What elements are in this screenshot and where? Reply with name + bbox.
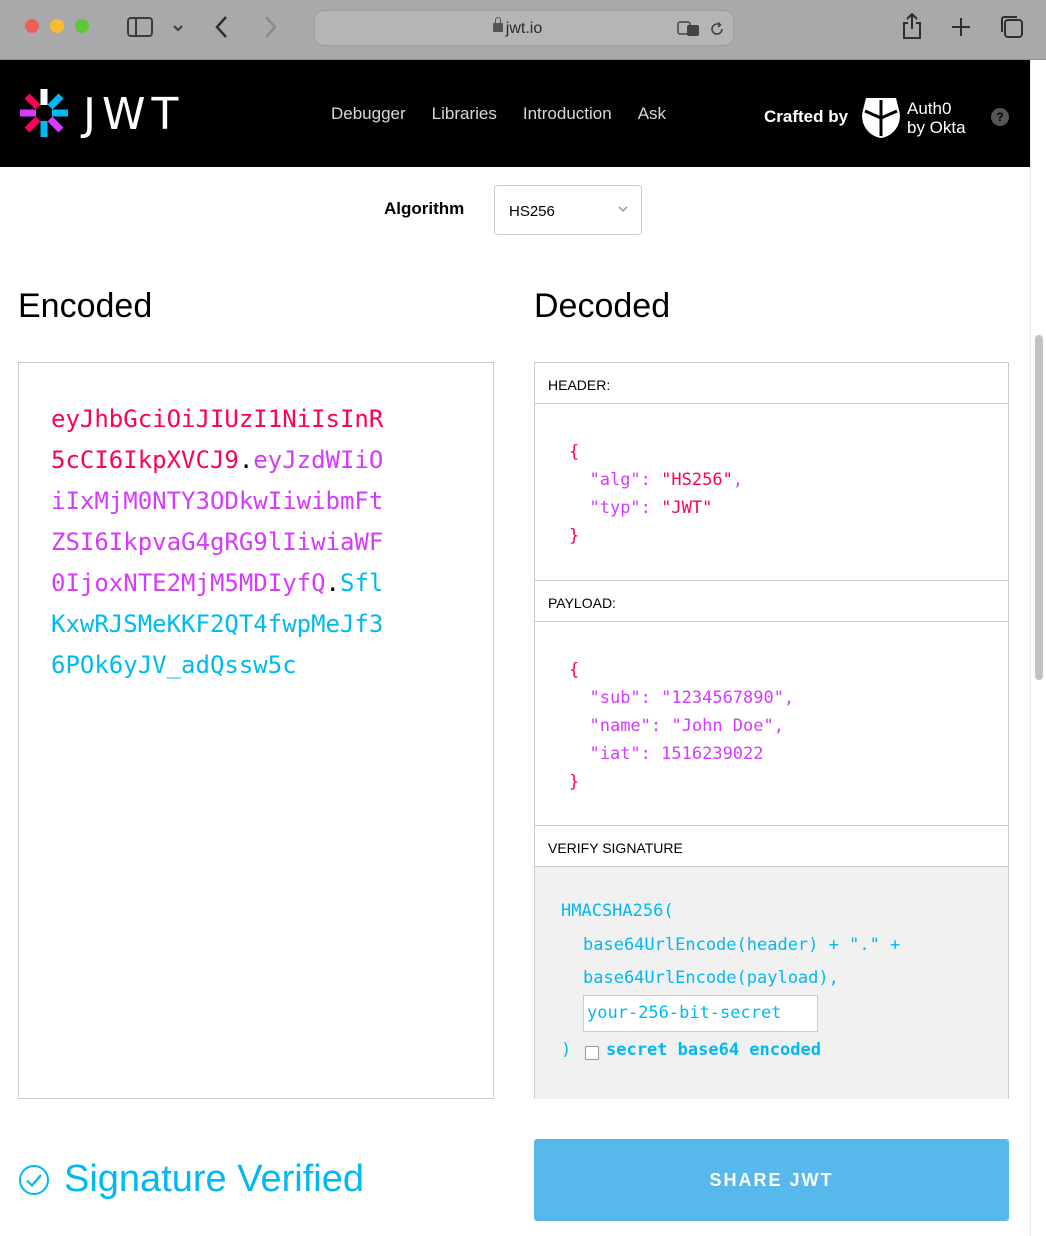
auth0-link[interactable]: Auth0 by Okta [907, 99, 966, 137]
secret-base64-checkbox[interactable] [585, 1046, 599, 1060]
verify-function-line: HMACSHA256( [561, 901, 674, 921]
forward-icon[interactable] [262, 14, 278, 40]
nav-link-debugger[interactable]: Debugger [331, 104, 406, 124]
nav-link-libraries[interactable]: Libraries [432, 104, 497, 124]
jwt-logo-icon[interactable] [18, 87, 70, 139]
verify-signature-body: HMACSHA256( base64UrlEncode(header) + ".… [535, 867, 1008, 1099]
translate-icon[interactable] [677, 21, 701, 37]
signature-status: Signature Verified [18, 1158, 364, 1201]
auth0-shield-icon[interactable] [862, 96, 900, 140]
json-open-brace: { [569, 660, 580, 680]
address-bar[interactable]: jwt.io [314, 10, 734, 46]
payload-json-editor[interactable]: { "sub": "1234567890", "name": "John Doe… [569, 656, 794, 796]
json-line-name: "name": "John Doe", [589, 716, 784, 736]
algorithm-select[interactable]: HS256 [494, 185, 642, 235]
verify-payload-line: base64UrlEncode(payload), [583, 968, 839, 988]
auth0-line2: by Okta [907, 118, 966, 137]
share-icon[interactable] [901, 11, 923, 41]
help-icon[interactable]: ? [991, 108, 1009, 126]
auth0-line1: Auth0 [907, 99, 952, 118]
secret-base64-label[interactable]: secret base64 encoded [606, 1040, 821, 1060]
decoded-heading: Decoded [534, 287, 671, 325]
back-icon[interactable] [214, 14, 230, 40]
header-section-title: HEADER: [535, 363, 1008, 404]
jwt-logo-text[interactable]: JWT [83, 89, 184, 140]
verify-close-paren: ) [561, 1040, 572, 1060]
sidebar-icon[interactable] [127, 16, 153, 38]
new-tab-icon[interactable] [950, 16, 972, 38]
minimize-window-button[interactable] [50, 19, 64, 33]
token-separator: . [238, 446, 254, 474]
nav-links: Debugger Libraries Introduction Ask [331, 104, 666, 124]
chevron-down-icon[interactable] [172, 23, 184, 33]
json-close-brace: } [569, 772, 580, 792]
encoded-token-text[interactable]: eyJhbGciOiJIUzI1NiIsInR5cCI6IkpXVCJ9.eyJ… [51, 399, 391, 686]
json-close-brace: } [569, 526, 580, 546]
check-circle-icon [19, 1164, 49, 1195]
algorithm-label: Algorithm [384, 199, 465, 218]
token-separator: . [325, 569, 340, 597]
decoded-panel: HEADER: { "alg": "HS256", "typ": "JWT" }… [534, 362, 1009, 1099]
encoded-heading: Encoded [18, 287, 153, 325]
nav-link-introduction[interactable]: Introduction [523, 104, 612, 124]
header-json-editor[interactable]: { "alg": "HS256", "typ": "JWT" } [569, 438, 743, 550]
browser-toolbar: jwt.io [0, 0, 1046, 60]
secret-input[interactable]: your-256-bit-secret [583, 995, 818, 1032]
close-window-button[interactable] [25, 19, 39, 33]
share-jwt-button[interactable]: SHARE JWT [534, 1139, 1009, 1221]
encoded-token-editor[interactable]: eyJhbGciOiJIUzI1NiIsInR5cCI6IkpXVCJ9.eyJ… [18, 362, 494, 1099]
scrollbar-thumb[interactable] [1035, 335, 1043, 680]
chevron-down-icon [618, 206, 628, 213]
json-line-iat: "iat": 1516239022 [589, 744, 764, 764]
nav-link-ask[interactable]: Ask [638, 104, 666, 124]
tabs-overview-icon[interactable] [999, 14, 1025, 40]
json-line-alg: "alg": "HS256", [589, 470, 744, 490]
reload-icon[interactable] [709, 21, 725, 37]
signature-verified-text: Signature Verified [64, 1158, 364, 1200]
json-open-brace: { [569, 442, 580, 462]
verify-header-line: base64UrlEncode(header) + "." + [583, 935, 901, 955]
json-line-typ: "typ": "JWT" [589, 498, 713, 518]
zoom-window-button[interactable] [75, 19, 89, 33]
payload-section-title: PAYLOAD: [535, 581, 1008, 622]
url-text: jwt.io [505, 20, 543, 37]
site-navbar: JWT Debugger Libraries Introduction Ask … [0, 60, 1030, 167]
algorithm-selected-value: HS256 [509, 203, 555, 220]
crafted-by-label: Crafted by [764, 107, 849, 126]
verify-section-title: VERIFY SIGNATURE [535, 826, 1008, 867]
json-line-sub: "sub": "1234567890", [589, 688, 795, 708]
